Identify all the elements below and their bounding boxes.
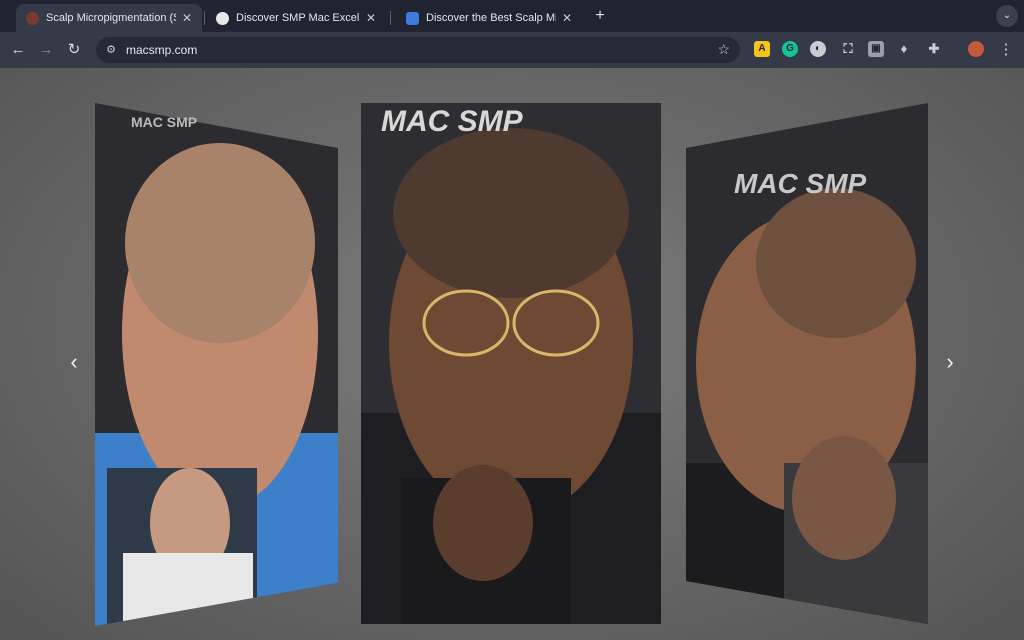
- tab-discover-best-scalp[interactable]: Discover the Best Scalp Micro ✕: [396, 4, 582, 32]
- site-settings-icon[interactable]: ⚙: [104, 43, 118, 57]
- url-text: macsmp.com: [126, 43, 198, 57]
- extension-icon-5[interactable]: ▣: [868, 41, 884, 57]
- tab-title: Discover SMP Mac Excellence: [236, 12, 360, 24]
- browser-menu-icon[interactable]: ⋮: [996, 40, 1016, 60]
- tab-strip: Scalp Micropigmentation (SMP) ✕ Discover…: [0, 0, 1024, 32]
- slide-watermark: MAC SMP: [131, 114, 197, 130]
- forward-button[interactable]: →: [36, 40, 56, 60]
- new-tab-button[interactable]: +: [590, 6, 610, 26]
- extension-icon-1[interactable]: A: [754, 41, 770, 57]
- close-tab-icon[interactable]: ✕: [562, 11, 572, 25]
- screenshot-icon[interactable]: ⛶: [840, 41, 856, 57]
- carousel-next-button[interactable]: ›: [940, 350, 960, 374]
- tab-scalp-micropigmentation[interactable]: Scalp Micropigmentation (SMP) ✕: [16, 4, 202, 32]
- extension-icon-6[interactable]: ♦: [896, 41, 912, 57]
- bookmark-star-icon[interactable]: ☆: [717, 41, 730, 58]
- browser-toolbar: ← → ↻ ⚙ macsmp.com ☆ A G ◐ ⛶ ▣ ♦ ✚ ⋮: [0, 32, 1024, 68]
- carousel-slide-right[interactable]: MAC SMP: [686, 103, 928, 624]
- tab-search-button[interactable]: ⌄: [996, 5, 1018, 27]
- tab-title: Scalp Micropigmentation (SMP): [46, 12, 176, 24]
- page-content: MAC SMP MAC SMP MAC SMP ‹ ›: [0, 68, 1024, 640]
- slide-watermark: MAC SMP: [381, 105, 524, 138]
- grammarly-icon[interactable]: G: [782, 41, 798, 57]
- reload-button[interactable]: ↻: [64, 40, 84, 60]
- carousel-slide-center[interactable]: MAC SMP: [361, 103, 661, 624]
- close-tab-icon[interactable]: ✕: [366, 11, 376, 25]
- extension-icon-3[interactable]: ◐: [810, 41, 826, 57]
- profile-avatar[interactable]: [968, 41, 984, 57]
- slide-watermark: MAC SMP: [734, 168, 867, 199]
- back-button[interactable]: ←: [8, 40, 28, 60]
- carousel-prev-button[interactable]: ‹: [64, 350, 84, 374]
- chatgpt-icon: [216, 11, 229, 25]
- tab-separator: [204, 11, 205, 25]
- site-favicon-icon: [26, 11, 39, 25]
- tab-separator: [390, 11, 391, 25]
- carousel-slide-left[interactable]: MAC SMP: [95, 103, 338, 626]
- tab-title: Discover the Best Scalp Micro: [426, 12, 556, 24]
- close-tab-icon[interactable]: ✕: [182, 11, 192, 25]
- extensions-puzzle-icon[interactable]: ✚: [926, 41, 942, 57]
- docs-icon: [406, 11, 419, 25]
- address-bar[interactable]: ⚙ macsmp.com ☆: [96, 37, 740, 63]
- tab-discover-smp-mac[interactable]: Discover SMP Mac Excellence ✕: [206, 4, 386, 32]
